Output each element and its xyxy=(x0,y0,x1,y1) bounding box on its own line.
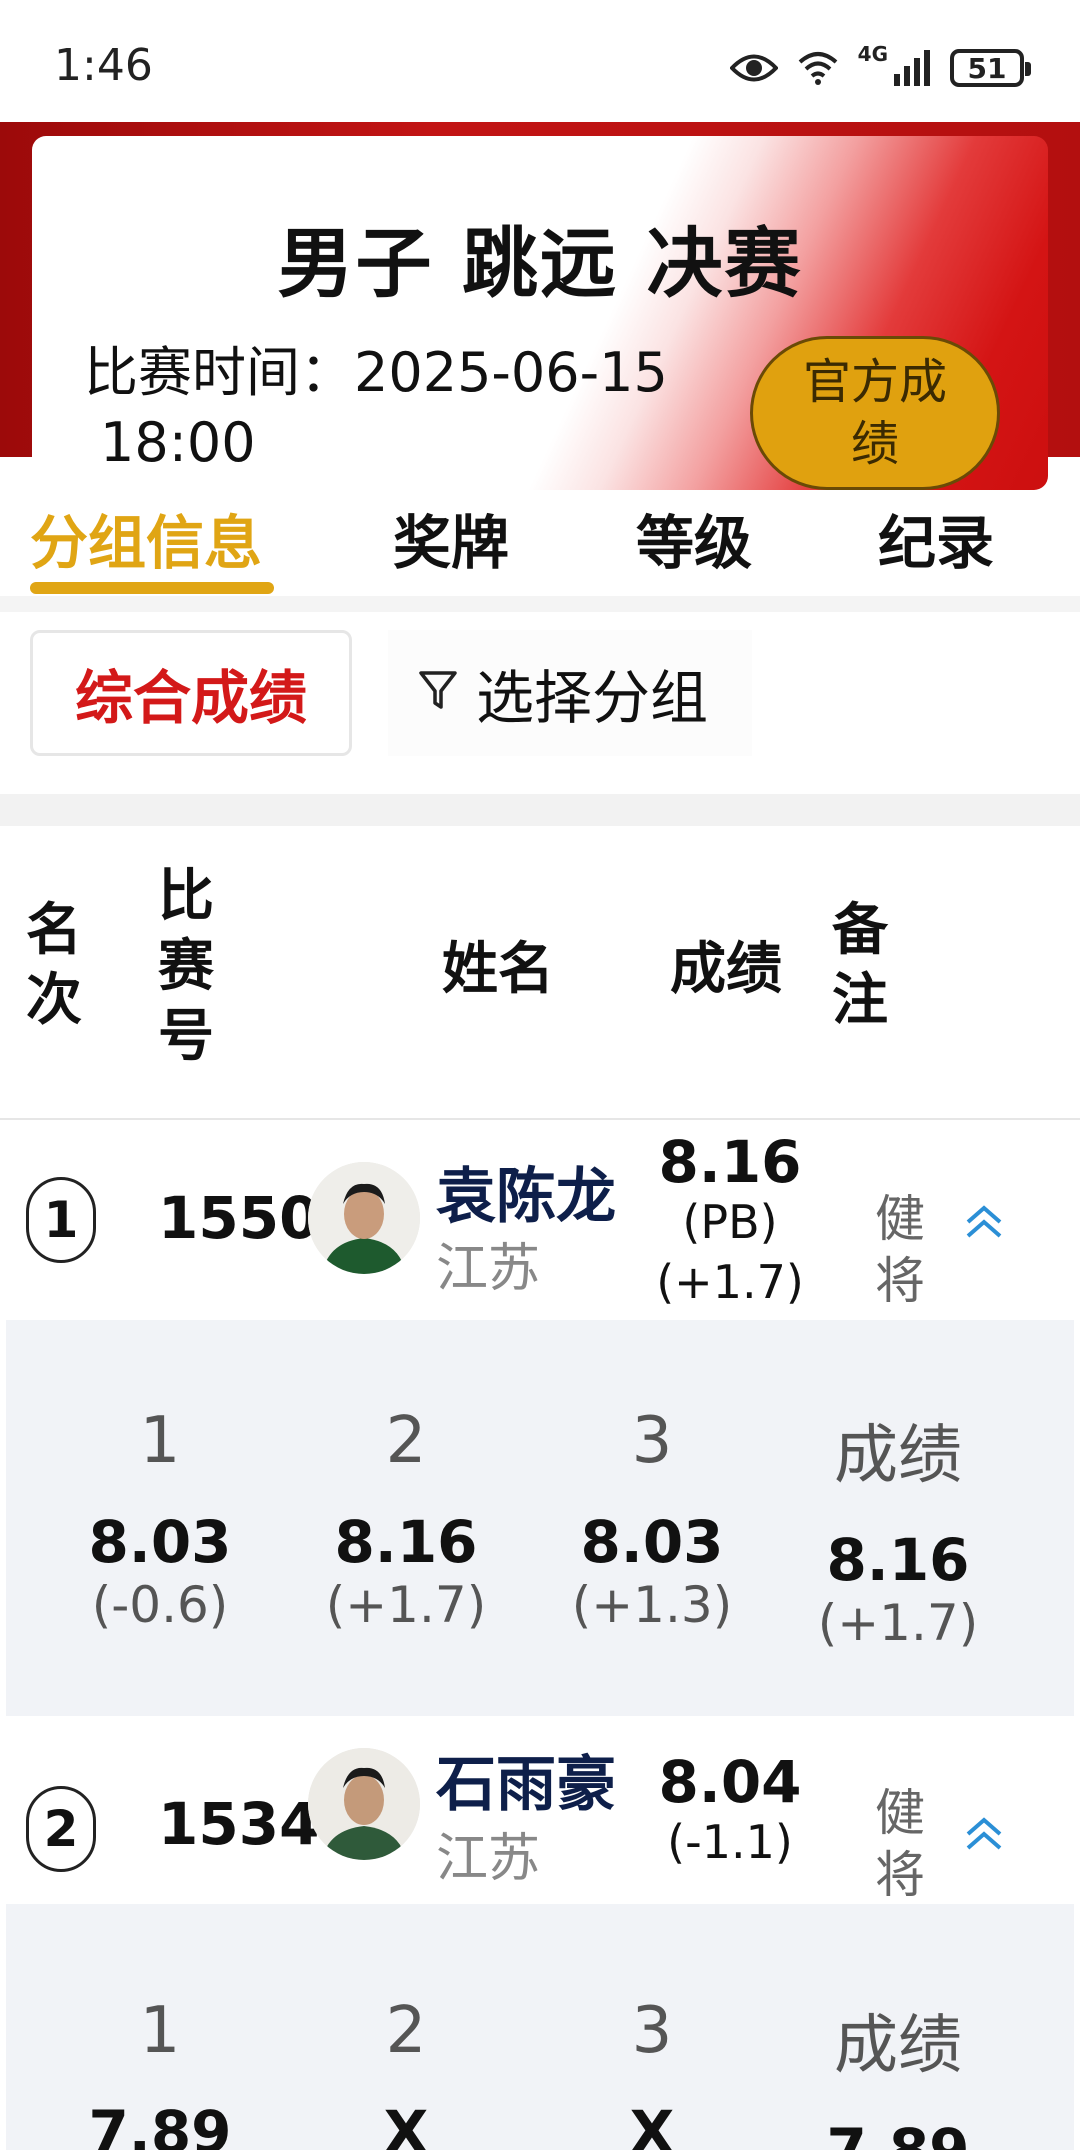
attempt-column: 3 8.03 (+1.3) xyxy=(562,1404,742,1634)
status-bar: 1:46 4G 51 xyxy=(0,0,1080,120)
attempt-column: 成绩 7.89 xyxy=(808,1994,988,2150)
status-time: 1:46 xyxy=(54,40,153,91)
attempt-wind: (-0.6) xyxy=(91,1576,229,1634)
network-label: 4G xyxy=(857,42,888,66)
attempt-column: 2 8.16 (+1.7) xyxy=(316,1404,496,1634)
collapse-chevron-icon[interactable] xyxy=(962,1812,1006,1856)
official-results-button[interactable]: 官方成绩 xyxy=(750,336,1000,490)
attempt-column: 1 8.03 (-0.6) xyxy=(70,1404,250,1634)
match-clock: 18:00 xyxy=(100,411,256,474)
header-divider xyxy=(0,1118,1080,1120)
table-row[interactable]: 1 1550 袁陈龙 江苏 8.16 (PB) (+1.7) 健将 xyxy=(0,1122,1080,1318)
athlete-team: 江苏 xyxy=(436,1829,541,1889)
filter-icon xyxy=(418,659,476,727)
bib-number: 1534 xyxy=(158,1790,320,1858)
match-time: 比赛时间：2025-06-15 18:00 xyxy=(84,338,784,478)
match-time-label: 比赛时间： xyxy=(84,341,354,404)
athlete-avatar xyxy=(308,1748,420,1860)
divider xyxy=(0,794,1080,826)
attempt-label: 2 xyxy=(385,1994,427,2068)
event-title: 男子 跳远 决赛 xyxy=(277,219,803,308)
athlete-avatar xyxy=(308,1162,420,1274)
attempt-wind: (+1.3) xyxy=(571,1576,733,1634)
select-group-button[interactable]: 选择分组 xyxy=(388,630,752,756)
tab-grades[interactable]: 等级 xyxy=(636,496,752,580)
tab-records[interactable]: 纪录 xyxy=(878,496,994,580)
header-rank: 名次 xyxy=(26,898,82,1033)
result-wind: (+1.7) xyxy=(656,1255,804,1309)
tab-active-indicator xyxy=(30,582,274,594)
divider xyxy=(0,596,1080,612)
result-pb: (PB) xyxy=(682,1195,778,1249)
result-value: 8.16 xyxy=(658,1128,802,1196)
attempt-value: X xyxy=(383,2098,429,2150)
attempts-panel: 1 8.03 (-0.6) 2 8.16 (+1.7) 3 8.03 (+1.3… xyxy=(6,1320,1074,1716)
attempt-column: 2 X xyxy=(316,1994,496,2150)
attempt-label: 1 xyxy=(139,1994,181,2068)
attempt-column: 3 X xyxy=(562,1994,742,2150)
athlete-note: 健将 xyxy=(875,1190,925,1310)
attempt-label: 成绩 xyxy=(834,2009,962,2083)
rank-badge: 2 xyxy=(26,1786,96,1872)
attempt-value: 8.03 xyxy=(580,1508,724,1576)
attempt-value: 8.16 xyxy=(826,1526,970,1594)
athlete-name: 石雨豪 xyxy=(436,1750,616,1820)
bib-number: 1550 xyxy=(158,1184,320,1252)
collapse-chevron-icon[interactable] xyxy=(962,1200,1006,1244)
result-wind: (-1.1) xyxy=(667,1815,793,1869)
attempt-label: 3 xyxy=(631,1404,673,1478)
match-date: 2025-06-15 xyxy=(354,341,668,404)
attempts-panel: 1 7.89 2 X 3 X 成绩 7.89 xyxy=(6,1904,1074,2150)
attempt-column: 成绩 8.16 (+1.7) xyxy=(808,1404,988,1652)
tab-medals[interactable]: 奖牌 xyxy=(393,496,509,580)
attempt-value: 8.16 xyxy=(334,1508,478,1576)
status-icons: 4G 51 xyxy=(729,40,1031,96)
attempt-value: 8.03 xyxy=(88,1508,232,1576)
athlete-note: 健将 xyxy=(875,1784,925,1904)
attempt-label: 成绩 xyxy=(834,1419,962,1493)
attempt-label: 3 xyxy=(631,1994,673,2068)
attempt-label: 1 xyxy=(139,1404,181,1478)
attempt-column: 1 7.89 xyxy=(70,1994,250,2150)
attempt-value: X xyxy=(629,2098,675,2150)
overall-results-button[interactable]: 综合成绩 xyxy=(30,630,352,756)
attempt-value: 7.89 xyxy=(826,2116,970,2150)
header-bib: 比赛号 xyxy=(158,864,214,1069)
eye-icon xyxy=(729,51,778,85)
athlete-team: 江苏 xyxy=(436,1239,541,1299)
select-group-label: 选择分组 xyxy=(476,664,709,732)
attempt-wind: (+1.7) xyxy=(325,1576,487,1634)
wifi-icon xyxy=(796,50,840,86)
battery-icon: 51 xyxy=(950,49,1031,87)
attempt-label: 2 xyxy=(385,1404,427,1478)
header-note: 备注 xyxy=(832,898,888,1033)
header-result: 成绩 xyxy=(670,937,782,1002)
athlete-result: 8.16 (PB) (+1.7) xyxy=(640,1132,820,1312)
athlete-result: 8.04 (-1.1) xyxy=(640,1752,820,1872)
tab-group-info[interactable]: 分组信息 xyxy=(30,496,262,580)
athlete-name: 袁陈龙 xyxy=(436,1162,616,1232)
tab-bar: 分组信息 奖牌 等级 纪录 xyxy=(0,490,1080,594)
header-name: 姓名 xyxy=(442,937,554,1002)
result-value: 8.04 xyxy=(658,1748,802,1816)
signal-icon xyxy=(892,50,932,86)
rank-badge: 1 xyxy=(26,1177,96,1263)
table-row[interactable]: 2 1534 石雨豪 江苏 8.04 (-1.1) 健将 xyxy=(0,1716,1080,1904)
attempt-value: 7.89 xyxy=(88,2098,232,2150)
attempt-wind: (+1.7) xyxy=(817,1594,979,1652)
